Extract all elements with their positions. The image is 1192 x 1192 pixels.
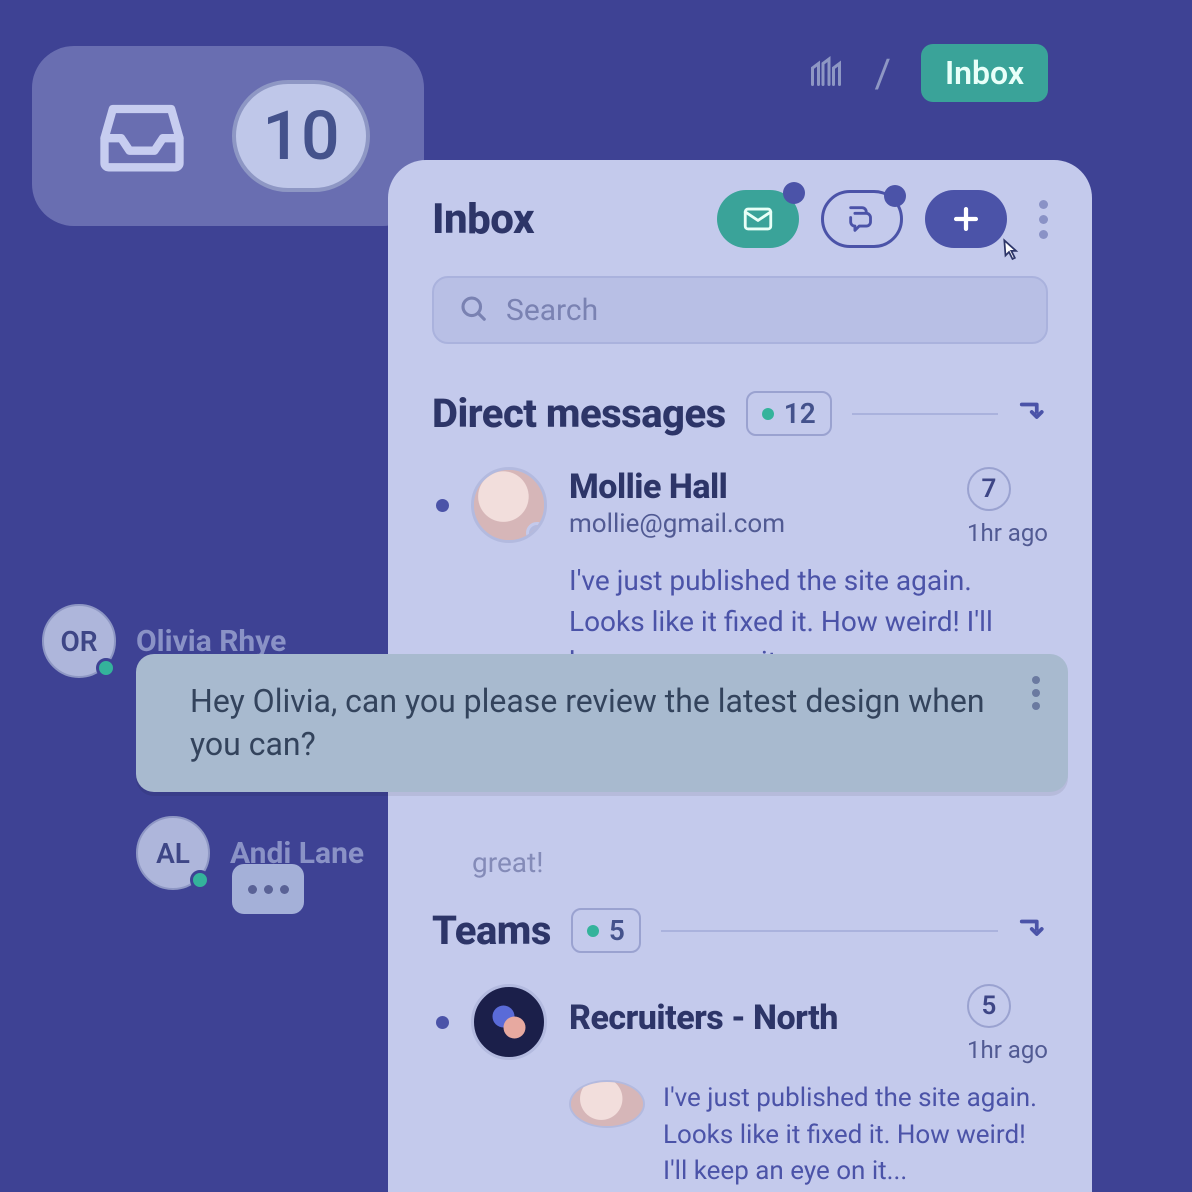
collapse-arrow-icon[interactable] bbox=[1018, 397, 1048, 431]
breadcrumb: / Inbox bbox=[808, 44, 1048, 102]
avatar-initials: AL bbox=[136, 816, 210, 890]
section-title: Teams bbox=[432, 907, 551, 954]
team-avatar[interactable] bbox=[471, 984, 547, 1060]
sender-name: Mollie Hall bbox=[569, 467, 785, 507]
divider bbox=[852, 413, 998, 415]
section-header-teams: Teams 5 bbox=[432, 907, 1048, 954]
typing-indicator bbox=[232, 864, 304, 914]
more-menu-button[interactable] bbox=[1039, 200, 1048, 239]
filter-mail-button[interactable] bbox=[717, 190, 799, 248]
message-time: 1hr ago bbox=[967, 519, 1048, 547]
team-item[interactable]: Recruiters - North 5 1hr ago I've just p… bbox=[432, 984, 1048, 1189]
mail-unread-dot-icon bbox=[783, 182, 805, 204]
presence-indicator-icon bbox=[96, 658, 116, 678]
divider bbox=[661, 930, 998, 932]
sender-email: mollie@gmail.com bbox=[569, 509, 785, 539]
unread-count-badge: 7 bbox=[967, 467, 1011, 511]
search-field[interactable] bbox=[432, 276, 1048, 344]
message-preview: I've just published the site again. Look… bbox=[663, 1080, 1048, 1189]
inbox-tray-icon bbox=[92, 84, 192, 188]
presence-indicator-icon bbox=[526, 522, 547, 543]
search-input[interactable] bbox=[506, 293, 1022, 328]
unread-dot-icon bbox=[436, 1016, 449, 1029]
chat-message-text: Hey Olivia, can you please review the la… bbox=[190, 682, 985, 763]
panel-title: Inbox bbox=[432, 195, 534, 244]
breadcrumb-current[interactable]: Inbox bbox=[921, 44, 1048, 102]
new-message-button[interactable] bbox=[925, 190, 1007, 248]
section-title: Direct messages bbox=[432, 390, 726, 437]
inbox-count-badge: 10 bbox=[232, 80, 370, 192]
message-more-button[interactable] bbox=[1032, 676, 1040, 710]
chat-message-bubble[interactable]: Hey Olivia, can you please review the la… bbox=[136, 654, 1068, 792]
breadcrumb-separator: / bbox=[874, 50, 891, 97]
avatar-initials: OR bbox=[42, 604, 116, 678]
cursor-pointer-icon bbox=[995, 238, 1023, 266]
unread-count-badge: 5 bbox=[967, 984, 1011, 1028]
presence-indicator-icon bbox=[190, 870, 210, 890]
collapse-arrow-icon[interactable] bbox=[1018, 914, 1048, 948]
direct-count-badge: 12 bbox=[746, 391, 832, 436]
unread-dot-icon bbox=[436, 499, 449, 512]
team-name: Recruiters - North bbox=[569, 998, 838, 1038]
avatar[interactable] bbox=[471, 467, 547, 543]
message-time: 1hr ago bbox=[967, 1036, 1048, 1064]
teams-count-badge: 5 bbox=[571, 908, 641, 953]
presence-dot-icon bbox=[587, 925, 599, 937]
presence-dot-icon bbox=[762, 408, 774, 420]
search-icon bbox=[458, 293, 488, 327]
avatar bbox=[569, 1080, 645, 1128]
home-icon[interactable] bbox=[808, 53, 844, 93]
chat-unread-dot-icon bbox=[884, 185, 906, 207]
inbox-widget[interactable]: 10 bbox=[32, 46, 424, 226]
section-header-direct: Direct messages 12 bbox=[432, 390, 1048, 437]
filter-chat-button[interactable] bbox=[821, 190, 903, 248]
partially-obscured-text: great! bbox=[472, 843, 1048, 884]
